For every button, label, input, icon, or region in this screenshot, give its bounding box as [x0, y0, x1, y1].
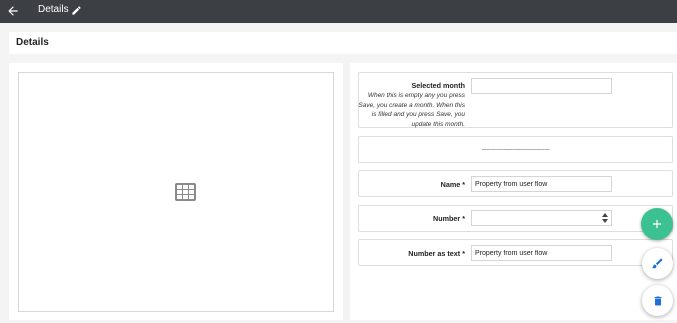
trash-icon [654, 296, 661, 305]
name-field: Name * [358, 170, 673, 197]
number-label: Number * [433, 214, 465, 223]
page-title: Details [16, 37, 49, 48]
arrow-left-icon[interactable] [6, 4, 20, 18]
edit-button[interactable] [642, 248, 673, 279]
table-grid-icon [175, 183, 196, 201]
number-input[interactable] [471, 210, 612, 226]
name-input[interactable] [471, 176, 612, 192]
separator-card: ---------------------------------------- [358, 136, 673, 163]
number-field: Number * [358, 205, 673, 232]
selected-month-input[interactable] [471, 78, 612, 94]
pencil-icon[interactable] [71, 5, 82, 16]
stepper-arrows-icon[interactable] [602, 213, 608, 223]
plus-icon [652, 219, 662, 229]
number-as-text-field: Number as text * [358, 239, 673, 266]
form-panel: Selected month When this is empty any yo… [350, 63, 677, 320]
selected-month-field: Selected month When this is empty any yo… [358, 72, 673, 128]
number-as-text-input[interactable] [471, 245, 612, 261]
separator-line: ---------------------------------------- [481, 147, 550, 153]
app-bar-title: Details [38, 4, 69, 15]
top-app-bar: Details [0, 0, 677, 23]
add-button[interactable] [641, 208, 673, 240]
selected-month-help: When this is empty any you press Save, y… [358, 92, 465, 128]
selected-month-label: Selected month [411, 81, 465, 90]
brush-icon [652, 258, 663, 269]
name-label: Name * [440, 180, 465, 189]
page-header: Details [9, 32, 677, 54]
image-placeholder [18, 72, 334, 312]
delete-button[interactable] [642, 285, 673, 316]
number-as-text-label: Number as text * [408, 249, 465, 258]
left-panel [9, 63, 343, 320]
